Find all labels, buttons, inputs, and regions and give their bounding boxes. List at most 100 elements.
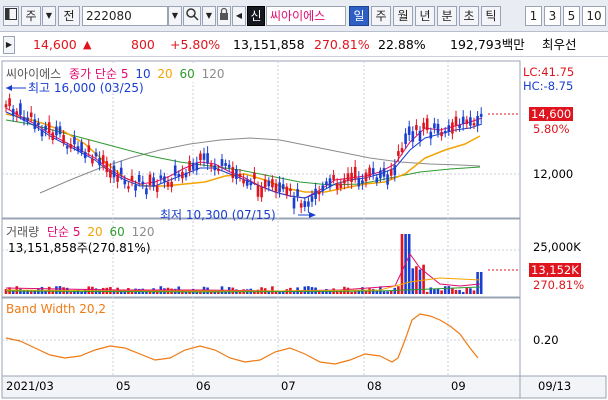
- credit-button[interactable]: 신: [247, 6, 265, 26]
- candle-body: [91, 158, 94, 164]
- volume-pct-tag: 270.81%: [533, 278, 585, 292]
- candle-body: [278, 182, 281, 192]
- volume-bar: [271, 286, 274, 294]
- volume-bar: [451, 287, 454, 294]
- candle-body: [339, 183, 343, 188]
- price-axis-12000: 12,000: [533, 167, 574, 181]
- candle-body: [238, 173, 242, 177]
- candle-body: [51, 132, 55, 141]
- candle-body: [458, 124, 461, 128]
- high-arrow-icon: [6, 85, 12, 91]
- candle-body: [44, 125, 47, 131]
- period-tab-month[interactable]: 월: [393, 6, 413, 26]
- stock-name-field[interactable]: 씨아이에스: [266, 6, 346, 26]
- candle-body: [217, 168, 220, 171]
- candle-body: [195, 162, 199, 171]
- candle-body: [119, 167, 123, 175]
- candle-body: [177, 173, 181, 177]
- x-label-09: 09: [451, 379, 466, 393]
- candle-body: [98, 157, 101, 166]
- turnover-rate: 22.88%: [378, 37, 426, 52]
- candle-body: [465, 119, 469, 124]
- period-tab-second[interactable]: 초: [459, 6, 479, 26]
- window-icon[interactable]: [3, 6, 19, 26]
- candle-body: [317, 191, 321, 195]
- x-label-08: 08: [367, 379, 382, 393]
- candle-body: [472, 123, 476, 126]
- candle-body: [191, 162, 195, 170]
- trade-volume: 13,151,858: [233, 37, 305, 52]
- stock-type-dropdown[interactable]: 주: [21, 6, 41, 26]
- candle-body: [19, 103, 22, 115]
- candle-body: [159, 175, 163, 179]
- volume-bar: [292, 291, 296, 294]
- candle-body: [209, 164, 213, 167]
- candle-body: [181, 171, 184, 179]
- volume-bar: [418, 269, 422, 294]
- candle-body: [69, 144, 73, 149]
- candle-body: [76, 146, 80, 152]
- code-dropdown-chevron-icon[interactable]: ▼: [168, 6, 182, 26]
- volume-bar: [479, 272, 483, 294]
- interval-label: 10: [586, 9, 602, 23]
- search-dropdown-chevron-icon[interactable]: ▼: [202, 6, 216, 26]
- candle-body: [249, 182, 253, 186]
- period-tab-label: 일: [353, 9, 365, 23]
- low-arrow-icon: [309, 212, 316, 218]
- candle-body: [289, 188, 292, 192]
- candle-body: [231, 167, 235, 179]
- interval-3-button[interactable]: 3: [544, 6, 561, 26]
- high-price-note: 최고 16,000 (03/25): [28, 81, 144, 95]
- interval-5-button[interactable]: 5: [563, 6, 580, 26]
- lock-icon[interactable]: [217, 6, 231, 26]
- candle-body: [155, 186, 159, 192]
- candle-body: [332, 174, 335, 181]
- play-icon[interactable]: ◀: [232, 6, 246, 26]
- candle-body: [123, 180, 127, 185]
- volume-bar: [278, 291, 281, 294]
- candle-body: [389, 169, 393, 176]
- candle-body: [440, 131, 443, 137]
- candle-body: [22, 117, 26, 121]
- volume-bar: [386, 291, 389, 294]
- volume-bar: [440, 290, 443, 294]
- stock-code-input[interactable]: 222080: [82, 6, 168, 26]
- interval-1-button[interactable]: 1: [525, 6, 542, 26]
- period-tab-tick[interactable]: 틱: [481, 6, 501, 26]
- collapse-icon[interactable]: ▶: [3, 36, 15, 54]
- volume-axis-25000k: 25,000K: [533, 240, 581, 254]
- candle-body: [15, 111, 19, 116]
- volume-bar: [350, 291, 353, 294]
- candle-body: [33, 119, 37, 129]
- candle-body: [109, 170, 112, 178]
- candle-body: [404, 133, 407, 145]
- candle-body: [87, 145, 91, 153]
- stock-code-value: 222080: [86, 9, 132, 23]
- candle-body: [382, 168, 386, 177]
- volume-bar: [87, 286, 91, 294]
- period-tab-minute[interactable]: 분: [437, 6, 457, 26]
- stock-chart[interactable]: 씨아이에스 종가 단순 5 10 20 60 120 최고 16,000 (03…: [0, 58, 608, 400]
- search-icon[interactable]: [183, 6, 201, 26]
- candle-body: [274, 183, 278, 192]
- period-tab-week[interactable]: 주: [371, 6, 391, 26]
- candle-body: [292, 197, 296, 209]
- candle-body: [184, 172, 188, 178]
- chevron-down-icon[interactable]: ▼: [42, 6, 56, 26]
- candle-body: [224, 163, 227, 166]
- current-price-tag: 14,600: [529, 107, 574, 121]
- candle-body: [94, 152, 98, 157]
- period-tab-year[interactable]: 년: [415, 6, 435, 26]
- volume-bar: [353, 291, 357, 294]
- candle-body: [8, 98, 11, 107]
- market-button[interactable]: 전: [58, 6, 80, 26]
- toolbar: 주 ▼ 전 222080 ▼ ▼ ◀ 신 씨아이에스 일 주 월 년 분 초 틱…: [0, 0, 608, 32]
- candle-body: [62, 134, 65, 143]
- x-label-06: 06: [196, 379, 211, 393]
- period-tab-day[interactable]: 일: [349, 6, 369, 26]
- candle-body: [213, 165, 217, 171]
- candle-body: [65, 146, 69, 149]
- interval-10-button[interactable]: 10: [582, 6, 606, 26]
- candle-body: [130, 175, 134, 181]
- ma20-legend: 20: [157, 67, 173, 81]
